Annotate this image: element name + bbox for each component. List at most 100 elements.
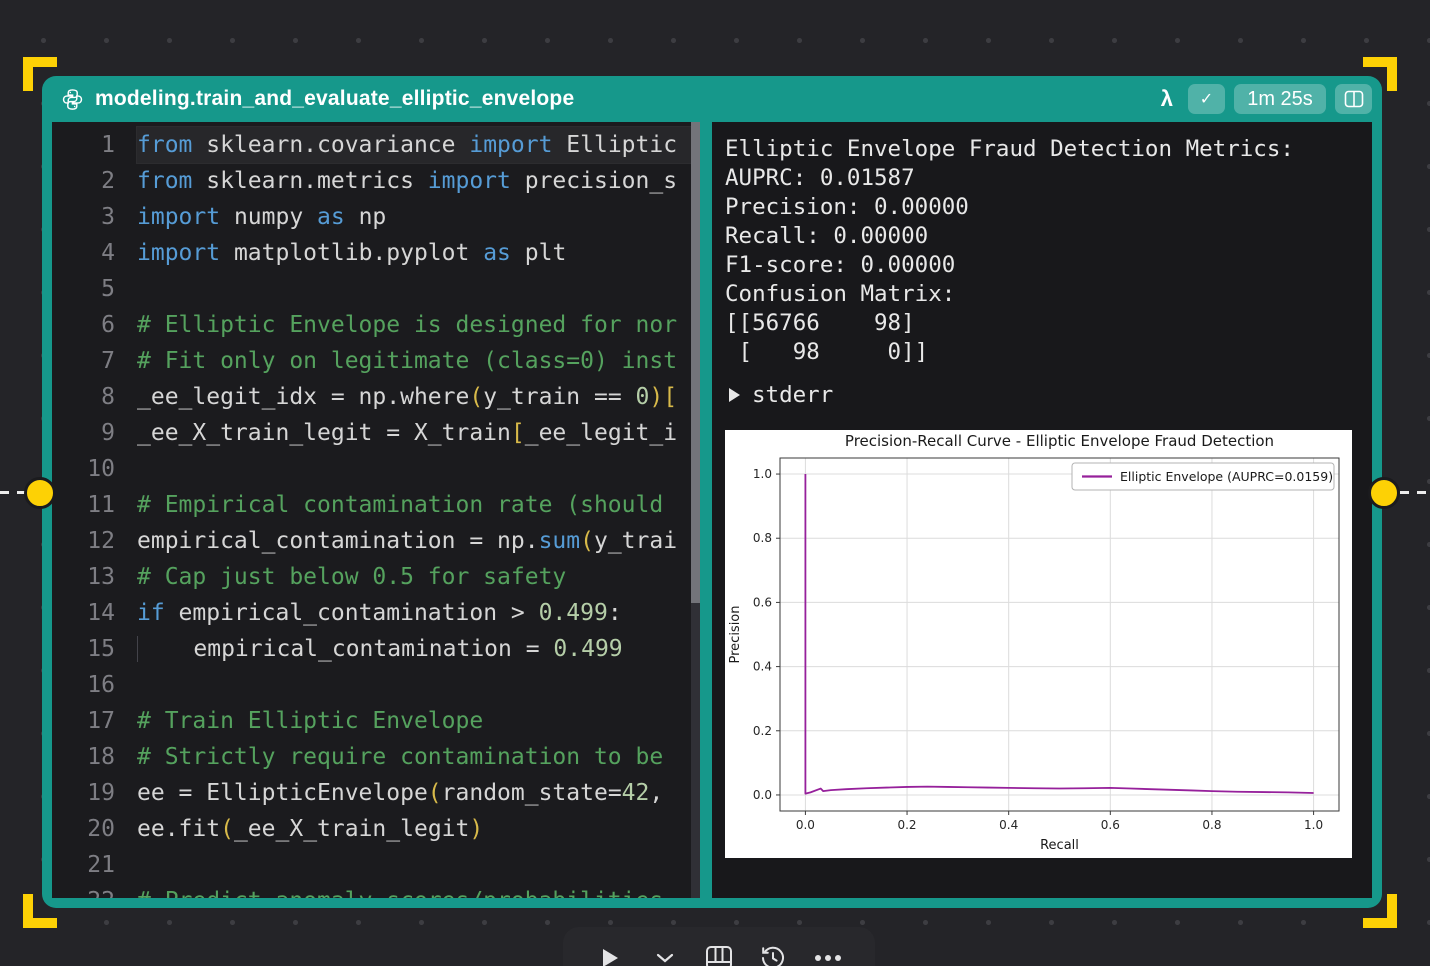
code-line[interactable]: 7 # Fit only on legitimate (class=0) inst [52,343,700,379]
code-line[interactable]: 8 _ee_legit_idx = np.where(y_train == 0)[ [52,379,700,415]
code-line[interactable]: 3 import numpy as np [52,199,700,235]
left-connector-dashed-line [0,491,26,494]
line-number: 21 [87,852,115,878]
svg-text:0.0: 0.0 [753,788,772,802]
svg-text:0.8: 0.8 [1202,818,1221,832]
code-line[interactable]: 13 # Cap just below 0.5 for safety [52,559,700,595]
output-panel: Elliptic Envelope Fraud Detection Metric… [712,122,1372,898]
cell-header[interactable]: modeling.train_and_evaluate_elliptic_env… [42,76,1382,122]
duration-badge: 1m 25s [1234,84,1326,114]
svg-text:0.2: 0.2 [897,818,916,832]
output-line: [ 98 0]] [725,339,929,365]
code-line[interactable]: 19 ee = EllipticEnvelope(random_state=42, [52,775,700,811]
output-line: F1-score: 0.00000 [725,252,956,278]
output-line: Elliptic Envelope Fraud Detection Metric… [725,136,1294,162]
chevron-down-icon [655,952,675,964]
line-number: 8 [101,384,115,410]
line-number: 17 [87,708,115,734]
line-number: 3 [101,204,115,230]
code-line[interactable]: 12 empirical_contamination = np.sum(y_tra… [52,523,700,559]
svg-text:0.4: 0.4 [999,818,1018,832]
code-line[interactable]: 10 [52,451,700,487]
stderr-label: stderr [752,382,834,408]
code-editor[interactable]: 1 from sklearn.covariance import Elliptic… [52,122,700,898]
code-line[interactable]: 18 # Strictly require contamination to be [52,739,700,775]
crop-handle-bottom-right[interactable] [1363,894,1397,928]
python-icon [60,87,85,112]
line-number: 22 [52,883,137,898]
run-options-button[interactable] [648,941,682,966]
pr-curve-plot-image: 0.0 0.2 0.4 0.6 0.8 1.0 0.0 0.2 0.4 0.6 0.8 1.0 Prec… [725,430,1352,858]
code-line[interactable]: 11 # Empirical contamination rate (should [52,487,700,523]
crop-handle-top-right[interactable] [1363,57,1397,91]
svg-text:0.4: 0.4 [753,660,772,674]
svg-text:1.0: 1.0 [1304,818,1323,832]
line-number: 12 [87,528,115,554]
editor-scrollbar[interactable] [691,122,700,898]
code-line[interactable]: 21 [52,847,700,883]
line-number: 9 [101,420,115,446]
check-icon: ✓ [1199,91,1214,108]
code-line[interactable]: 4 import matplotlib.pyplot as plt [52,235,700,271]
svg-text:Recall: Recall [1040,838,1079,853]
svg-text:0.6: 0.6 [753,595,772,609]
right-port-handle[interactable] [1368,477,1400,509]
code-line[interactable]: 14 if empirical_contamination > 0.499: [52,595,700,631]
crop-handle-bottom-left[interactable] [23,894,57,928]
history-button[interactable] [756,941,790,966]
svg-text:0.2: 0.2 [753,724,772,738]
line-number: 7 [101,348,115,374]
right-connector-dashed-line [1400,491,1430,494]
code-line[interactable]: 22# Predict anomaly scores/probabilities [52,883,700,898]
split-view-icon [1344,90,1364,108]
crop-handle-top-left[interactable] [23,57,57,91]
code-line[interactable]: 5 [52,271,700,307]
line-number: 13 [87,564,115,590]
run-icon [599,946,621,966]
code-line[interactable]: 9 _ee_X_train_legit = X_train[_ee_legit_i [52,415,700,451]
svg-text:1.0: 1.0 [753,467,772,481]
desktop-canvas: { "header": { "title": "modeling.train_a… [0,0,1430,966]
grid-view-icon [705,945,733,966]
output-line: Precision: 0.00000 [725,194,969,220]
panel-divider[interactable] [700,122,712,898]
lambda-icon: λ [1160,86,1173,111]
left-port-handle[interactable] [24,477,56,509]
stderr-toggle[interactable]: stderr [725,382,1372,408]
code-line[interactable]: 2 from sklearn.metrics import precision_s [52,163,700,199]
line-number: 19 [87,780,115,806]
code-lines: 1 from sklearn.covariance import Elliptic… [52,127,700,898]
code-line[interactable]: 6 # Elliptic Envelope is designed for nor [52,307,700,343]
output-line: Confusion Matrix: [725,281,956,307]
output-line: [[56766 98] [725,310,915,336]
code-line[interactable]: 15 empirical_contamination = 0.499 [52,631,700,667]
line-number: 10 [87,456,115,482]
more-options-button[interactable] [811,941,845,966]
output-line: AUPRC: 0.01587 [725,165,915,191]
cell-card: modeling.train_and_evaluate_elliptic_env… [42,76,1382,908]
code-line[interactable]: 20 ee.fit(_ee_X_train_legit) [52,811,700,847]
svg-text:Precision: Precision [728,605,743,663]
grid-view-button[interactable] [702,941,736,966]
code-line[interactable]: 17 # Train Elliptic Envelope [52,703,700,739]
code-line[interactable]: 16 [52,667,700,703]
line-number: 18 [87,744,115,770]
line-number: 4 [101,240,115,266]
more-options-icon [814,954,842,962]
line-number: 16 [87,672,115,698]
svg-text:0.8: 0.8 [753,531,772,545]
editor-scrollbar-thumb[interactable] [691,122,700,604]
line-number: 1 [101,132,115,158]
stdout-text: Elliptic Envelope Fraud Detection Metric… [725,135,1372,367]
stderr-expand-triangle-icon [729,388,740,402]
line-number: 5 [101,276,115,302]
svg-text:Precision-Recall Curve - Ellip: Precision-Recall Curve - Elliptic Envelo… [845,432,1274,450]
line-number: 14 [87,600,115,626]
line-number: 11 [87,492,115,518]
run-button[interactable] [593,941,627,966]
status-check-button[interactable]: ✓ [1188,84,1225,114]
svg-text:Elliptic Envelope (AUPRC=0.015: Elliptic Envelope (AUPRC=0.0159) [1120,469,1333,484]
code-line[interactable]: 1 from sklearn.covariance import Elliptic [52,127,700,163]
line-number: 2 [101,168,115,194]
line-number: 20 [87,816,115,842]
